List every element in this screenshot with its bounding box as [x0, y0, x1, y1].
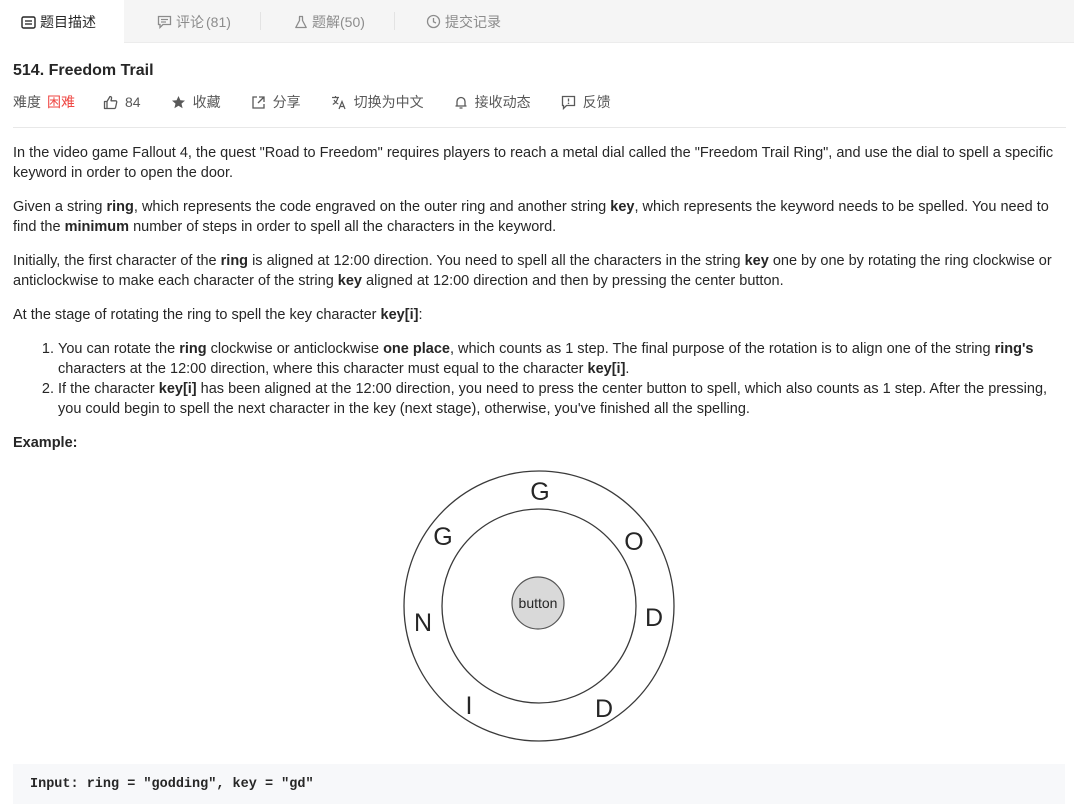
ring-letter: D — [645, 604, 663, 632]
difficulty-badge: 困难 — [47, 94, 75, 110]
example-input: Input: ring = "godding", key = "gd" — [30, 777, 314, 792]
star-icon — [171, 95, 185, 108]
tab-label: 提交记录 — [445, 13, 501, 30]
description-icon — [21, 15, 36, 29]
description-paragraph: Given a string ring, which represents th… — [13, 199, 1049, 235]
ring-letter: O — [624, 528, 643, 556]
description-paragraph: In the video game Fallout 4, the quest "… — [13, 145, 1054, 181]
problem-meta-bar: 难度 困难 84 收藏 分享 切换为中文 接收动态 反馈 — [13, 92, 641, 112]
example-code-block: Input: ring = "godding", key = "gd" — [13, 764, 1065, 804]
feedback-icon — [561, 95, 575, 110]
tab-divider — [260, 12, 261, 30]
difficulty-label: 难度 — [13, 94, 41, 110]
list-item: You can rotate the ring clockwise or ant… — [58, 339, 1065, 379]
ring-diagram: button G O D D I N G — [403, 470, 675, 742]
tab-description[interactable]: 题目描述 — [0, 0, 124, 44]
ring-letter: D — [595, 695, 613, 723]
favorite-button[interactable]: 收藏 — [171, 92, 221, 112]
feedback-button[interactable]: 反馈 — [561, 92, 611, 112]
ring-letter: G — [433, 523, 452, 551]
thumbs-up-icon — [103, 95, 118, 109]
tab-label: 题目描述 — [40, 14, 96, 30]
subscribe-label: 接收动态 — [474, 94, 531, 110]
translate-button[interactable]: 切换为中文 — [331, 92, 424, 112]
ring-letter: I — [466, 692, 473, 720]
comment-icon — [157, 15, 172, 29]
translate-icon — [331, 95, 346, 109]
tab-divider — [394, 12, 395, 30]
tab-label: 题解 — [312, 13, 340, 30]
translate-label: 切换为中文 — [353, 94, 424, 110]
ring-letter: G — [530, 478, 549, 506]
subscribe-button[interactable]: 接收动态 — [454, 92, 531, 112]
share-icon — [251, 95, 265, 109]
like-button[interactable]: 84 — [103, 94, 141, 110]
example-heading: Example: — [13, 435, 78, 451]
description-paragraph: Initially, the first character of the ri… — [13, 253, 1052, 289]
tab-count: (50) — [340, 13, 365, 30]
tab-label: 评论 — [176, 13, 204, 30]
share-label: 分享 — [272, 94, 301, 110]
tab-submissions[interactable]: 提交记录 — [426, 0, 501, 43]
rules-list: You can rotate the ring clockwise or ant… — [13, 339, 1065, 419]
tab-solutions[interactable]: 题解 (50) — [294, 0, 365, 43]
tab-bar: 题目描述 评论 (81) 题解 (50) 提交记录 — [0, 0, 1074, 44]
share-button[interactable]: 分享 — [251, 92, 301, 112]
list-item: If the character key[i] has been aligned… — [58, 379, 1065, 419]
problem-description: In the video game Fallout 4, the quest "… — [13, 143, 1065, 467]
tab-count: (81) — [206, 13, 231, 30]
divider — [13, 127, 1066, 128]
description-paragraph: At the stage of rotating the ring to spe… — [13, 307, 423, 323]
button-label: button — [519, 595, 558, 611]
clock-icon — [426, 14, 441, 29]
bell-icon — [455, 96, 467, 109]
flask-icon — [295, 15, 307, 28]
tab-comments[interactable]: 评论 (81) — [157, 0, 231, 43]
problem-title: 514. Freedom Trail — [13, 62, 154, 79]
like-count: 84 — [125, 94, 141, 110]
feedback-label: 反馈 — [582, 94, 611, 110]
favorite-label: 收藏 — [192, 94, 221, 110]
ring-letter: N — [414, 609, 432, 637]
